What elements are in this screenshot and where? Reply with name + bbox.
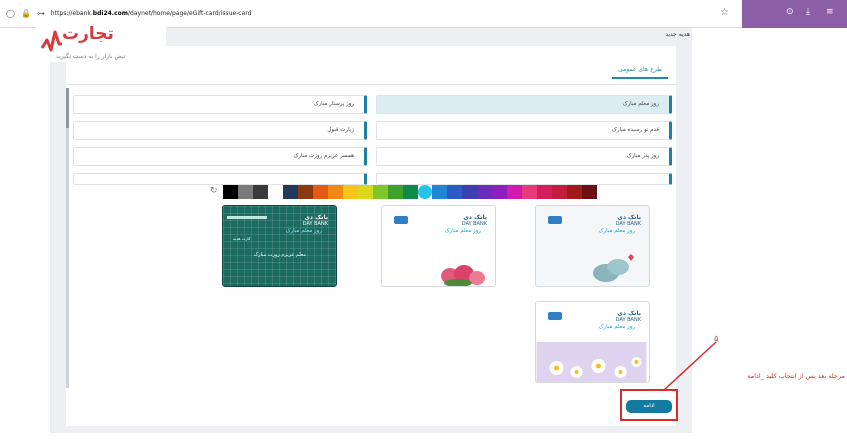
color-swatch[interactable] [582,185,597,199]
annotation-text: مرحله بعد پس از انتخاب کلید _ادامه [747,372,845,380]
color-swatch[interactable] [253,185,268,199]
card-mini-label: کارت هدیه [233,236,251,241]
mini-card-icon [548,216,562,224]
card-brand: بانک دی DAY BANK [615,310,641,323]
color-swatch[interactable] [403,185,418,199]
color-swatch[interactable] [358,185,373,199]
color-swatch[interactable] [552,185,567,199]
tab-public-designs[interactable]: طرح های عمومی [612,66,668,79]
color-swatch[interactable] [388,185,403,199]
bookmark-star-icon[interactable]: ☆ [720,7,729,18]
logo-text: تجارت [62,24,114,44]
card-handwriting: معلم عزیزم روزت مبارک [253,252,306,258]
color-swatch[interactable] [477,185,492,199]
color-swatch[interactable] [343,185,358,199]
roses-icon [441,265,485,286]
color-swatch[interactable] [223,185,238,199]
color-swatch[interactable] [537,185,552,199]
color-swatch[interactable] [522,185,537,199]
toolbar-extensions: ⊙ ⤓ ≡ [742,0,847,28]
color-swatch[interactable] [328,185,343,199]
gift-option-partial[interactable] [376,173,672,185]
gift-option-newborn[interactable]: قدم نو رسیده مبارک [376,121,672,140]
color-swatch[interactable] [432,185,447,199]
card-progress-bar [227,216,267,219]
color-swatch[interactable] [283,185,298,199]
card-design-green[interactable]: کارت هدیه بانک دی DAY BANK روز معلم مبارک… [222,205,337,287]
color-swatch[interactable] [298,185,313,199]
card-brand: بانک دی DAY BANK [461,214,487,227]
gift-option-teacher-day[interactable]: روز معلم مبارک [376,95,672,114]
logo-tagline: تبض بازار را به دست بگیرید [56,53,126,60]
baby-shoes-icon [593,254,634,282]
shield-icon[interactable]: ◯ [6,9,15,18]
gift-option-father-day[interactable]: روز پدر مبارک [376,147,672,166]
color-swatch[interactable] [462,185,477,199]
gift-option-spouse[interactable]: همسر عزیزم روزت مبارک [73,147,367,166]
mini-card-icon [394,216,408,224]
menu-icon[interactable]: ≡ [826,7,834,17]
color-swatch[interactable] [313,185,328,199]
logo-pulse-icon [40,30,62,52]
color-swatch[interactable] [373,185,388,199]
color-palette [223,185,597,199]
gift-option-nurse-day[interactable]: روز پرستار مبارک [73,95,367,114]
card-brand: بانک دی DAY BANK [615,214,641,227]
mini-card-icon [548,312,562,320]
page-title: هدیه جدید [665,31,690,38]
download-icon[interactable]: ⤓ [806,7,810,17]
color-swatch[interactable] [238,185,253,199]
url-text[interactable]: https://ebank.bdi24.com/daynet/home/page… [51,10,251,17]
continue-button[interactable]: ادامه [626,400,672,413]
color-swatch[interactable] [447,185,462,199]
annotation-arrow-icon [663,341,717,391]
lock-icon[interactable]: 🔒 [21,9,31,18]
color-swatch[interactable] [268,185,283,199]
color-swatch[interactable] [507,185,522,199]
daisies-icon [536,342,647,382]
card-design-daisies[interactable]: بانک دی DAY BANK روز معلم مبارک [535,301,650,383]
gift-option-pilgrimage[interactable]: زیارت قبول [73,121,367,140]
tab-divider [66,84,676,85]
card-title: روز معلم مبارک [598,228,635,234]
gift-option-partial-left[interactable] [73,173,367,185]
scrollbar-thumb[interactable] [66,88,69,128]
annotation-step-number: ۵ [714,334,719,343]
card-title: روز معلم مبارک [285,228,322,234]
card-brand: بانک دی DAY BANK [302,214,328,227]
pocket-icon[interactable]: ⊙ [786,7,794,17]
card-title: روز معلم مبارک [598,324,635,330]
scrollbar-track[interactable] [66,88,69,388]
card-design-shoes[interactable]: بانک دی DAY BANK روز معلم مبارک [535,205,650,287]
card-title: روز معلم مبارک [444,228,481,234]
color-swatch[interactable] [492,185,507,199]
reset-color-icon[interactable]: ↻ [210,186,218,196]
key-icon[interactable]: ⊶ [37,9,45,18]
color-swatch[interactable] [418,185,432,199]
card-design-roses[interactable]: بانک دی DAY BANK روز معلم مبارک [381,205,496,287]
color-swatch[interactable] [567,185,582,199]
